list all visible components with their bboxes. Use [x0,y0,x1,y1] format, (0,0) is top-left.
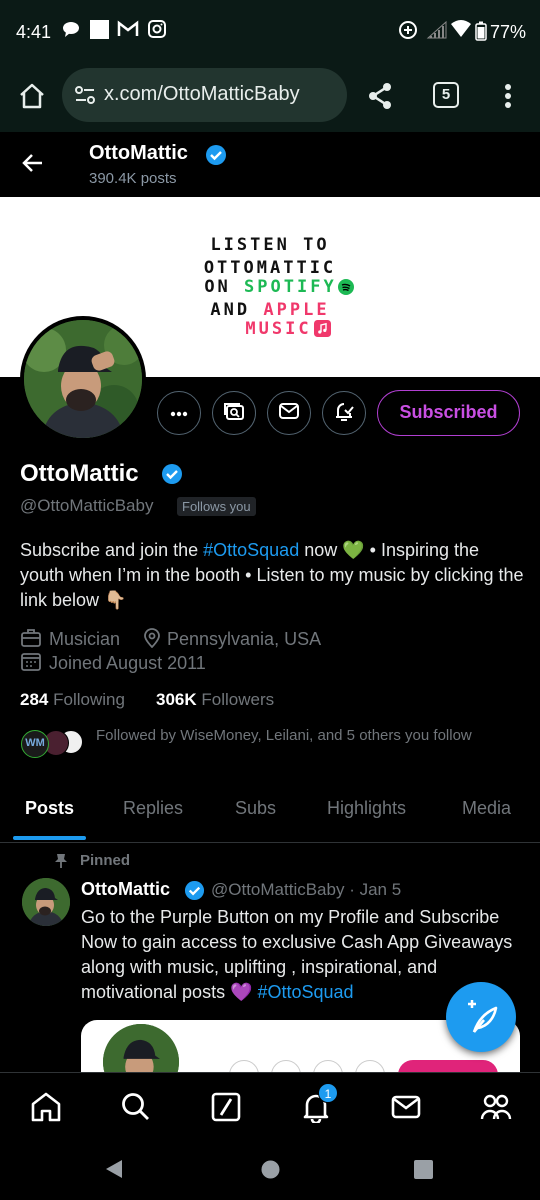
tab-media[interactable]: Media [462,798,511,819]
header-name: OttoMattic [89,142,188,164]
verified-badge-icon[interactable] [161,463,183,490]
tab-replies[interactable]: Replies [123,798,183,819]
status-time: 4:41 [16,22,52,42]
bell-check-icon [333,400,355,427]
banner-spotify: SPOTIFY [244,277,337,297]
banner-line1: LISTEN TO [210,235,330,255]
site-settings-icon[interactable] [74,85,96,110]
tabs-divider [0,842,540,843]
post-handle-date: @OttoMatticBaby · Jan 5 [211,880,402,899]
tab-posts[interactable]: Posts [25,798,74,819]
chat-bubble-icon [62,20,80,43]
home-icon[interactable] [18,82,46,115]
more-vert-icon[interactable] [503,82,513,115]
verified-badge-icon [205,144,227,171]
grok-analyze-button[interactable] [212,391,256,435]
compose-feather-icon [464,998,500,1041]
browser-toolbar: x.com/OttoMatticBaby 5 [0,62,540,132]
banner-line4-prefix: AND [210,300,264,320]
battery-percent: 77% [489,22,526,42]
url-text: x.com/OttoMatticBaby [104,83,300,105]
profile-bio: Subscribe and join the #OttoSquad now 💚 … [20,538,525,613]
data-saver-icon [398,20,418,45]
banner-line3-prefix: ON [204,277,245,297]
mutual-avatar-wm: WM [21,730,49,758]
location-pin-icon [143,628,161,653]
spotify-logo-icon [337,279,354,300]
profile-avatar[interactable] [20,316,146,442]
following-stat[interactable]: 284 Following [20,690,125,710]
battery-icon [475,21,487,46]
post-author-name[interactable]: OttoMattic [81,879,170,900]
post-hashtag-link[interactable]: #OttoSquad [257,982,353,1002]
followers-label: Followers [201,690,275,709]
pin-icon [54,853,68,874]
profile-handle: @OttoMatticBaby [20,496,154,515]
search-nav-icon[interactable] [120,1091,152,1123]
profile-display-name: OttoMattic [20,460,139,487]
bio-text: Subscribe and join the [20,540,204,560]
home-circle-icon[interactable] [261,1160,280,1184]
calendar-icon [21,652,41,676]
follows-you-badge: Follows you [177,497,256,516]
following-label: Following [53,690,125,709]
envelope-icon [279,402,299,424]
post-author-avatar[interactable] [22,878,70,926]
signal-icon [426,20,448,45]
back-triangle-icon[interactable] [104,1159,124,1184]
instagram-icon [148,20,166,43]
tab-subs[interactable]: Subs [235,798,276,819]
followed-by-text[interactable]: Followed by WiseMoney, Leilani, and 5 ot… [96,727,472,744]
media-analyze-icon [223,401,245,426]
active-tab-indicator [13,836,86,840]
back-arrow-icon[interactable] [22,152,44,179]
profile-header: OttoMattic 390.4K posts [0,132,540,197]
wifi-icon [451,20,471,43]
system-navigation-bar [0,1140,540,1200]
briefcase-icon [21,629,41,652]
bottom-navigation [0,1072,540,1140]
posts-count: 390.4K posts [89,170,177,187]
home-nav-icon[interactable] [30,1091,62,1123]
address-bar[interactable]: x.com/OttoMatticBaby [62,68,347,122]
profile-category: Musician [49,629,121,649]
compose-post-button[interactable] [446,982,516,1052]
communities-nav-icon[interactable] [480,1091,512,1123]
grok-nav-icon[interactable] [210,1091,242,1123]
banner-line2: OTTOMATTIC [203,258,337,278]
share-icon[interactable] [366,82,394,115]
more-options-button[interactable] [157,391,201,435]
subscribed-button[interactable]: Subscribed [377,390,520,436]
verified-badge-icon [184,880,205,906]
gmail-icon [117,20,139,43]
notifications-bell-button[interactable] [322,391,366,435]
profile-joined: Joined August 2011 [49,653,206,673]
message-button[interactable] [267,391,311,435]
white-square-icon [90,20,109,44]
pinned-label: Pinned [80,852,131,869]
apple-music-logo-icon [313,320,331,342]
notifications-badge: 1 [318,1083,338,1103]
bio-hashtag-link[interactable]: #OttoSquad [203,540,299,560]
tab-switcher-button[interactable]: 5 [433,82,459,108]
following-count: 284 [20,690,49,709]
status-bar: 4:41 77% [0,0,540,62]
banner-apple: APPLE [263,300,330,320]
profile-location: Pennsylvania, USA [167,629,322,649]
followers-count: 306K [156,690,197,709]
mutual-followers-avatars[interactable]: WM [21,729,83,758]
messages-nav-icon[interactable] [390,1091,422,1123]
followers-stat[interactable]: 306K Followers [156,690,274,710]
more-horizontal-icon [170,404,188,422]
recents-square-icon[interactable] [414,1160,433,1184]
banner-music: MUSIC [245,319,312,339]
tab-highlights[interactable]: Highlights [327,798,406,819]
